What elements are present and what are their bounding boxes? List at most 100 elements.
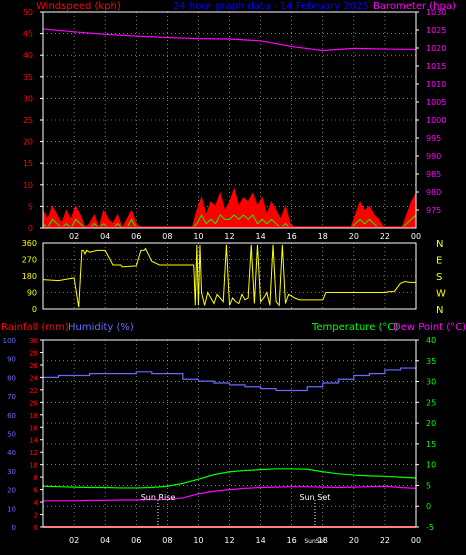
rainfall-tick-label: 0 (34, 524, 38, 532)
sunset-label: Sun Set (300, 493, 331, 502)
compass-label: E (436, 256, 442, 267)
direction-tick-label: 0 (32, 305, 37, 314)
x-tick-label: 02 (69, 232, 79, 241)
temperature-tick-label: 20 (426, 419, 436, 428)
x-tick-label: 08 (162, 536, 172, 545)
direction-tick-label: 360 (22, 239, 37, 248)
rainfall-tick-label: 24 (29, 374, 38, 382)
x-tick-label: 06 (131, 536, 141, 545)
barometer-tick-label: 1025 (426, 26, 446, 35)
rainfall-tick-label: 14 (29, 437, 38, 445)
windspeed-tick-label: 5 (28, 202, 33, 211)
barometer-tick-label: 990 (426, 152, 441, 161)
temperature-axis-label: Temperature (°C) (311, 322, 398, 333)
windspeed-tick-label: 15 (23, 159, 33, 168)
x-tick-label: 14 (255, 232, 265, 241)
barometer-tick-label: 995 (426, 134, 441, 143)
rainfall-tick-label: 8 (34, 474, 38, 482)
windspeed-tick-label: 0 (28, 224, 33, 233)
direction-tick-label: 180 (22, 272, 37, 281)
windspeed-tick-label: 45 (23, 30, 33, 39)
rainfall-tick-label: 26 (29, 362, 38, 370)
windspeed-tick-label: 10 (23, 181, 33, 190)
temperature-tick-label: 30 (426, 378, 436, 387)
temperature-tick-label: 0 (426, 502, 431, 511)
humidity-tick-label: 10 (7, 505, 16, 513)
barometer-tick-label: 1005 (426, 98, 446, 107)
x-tick-label: 16 (287, 536, 297, 545)
rainfall-tick-label: 18 (29, 412, 38, 420)
x-tick-label: 14 (255, 536, 265, 545)
x-tick-label: 22 (380, 536, 390, 545)
temperature-tick-label: 10 (426, 461, 436, 470)
x-tick-label: 08 (162, 232, 172, 241)
barometer-tick-label: 1015 (426, 62, 446, 71)
x-tick-label: 00 (411, 232, 421, 241)
compass-label: N (436, 305, 443, 316)
humidity-tick-label: 90 (7, 356, 16, 364)
rainfall-tick-label: 22 (29, 387, 38, 395)
humidity-axis-label: Humidity (%) (68, 322, 134, 333)
x-tick-label: 04 (100, 536, 110, 545)
windspeed-axis-label: Windspeed (kph) (36, 1, 121, 12)
rainfall-tick-label: 28 (29, 349, 38, 357)
direction-tick-label: 90 (27, 289, 37, 298)
rainfall-tick-label: 30 (29, 337, 38, 345)
humidity-tick-label: 80 (7, 374, 16, 382)
temperature-tick-label: 15 (426, 440, 436, 449)
temperature-tick-label: 5 (426, 481, 431, 490)
x-tick-label: 02 (69, 536, 79, 545)
x-tick-label: 18 (318, 232, 328, 241)
rainfall-tick-label: 12 (29, 449, 38, 457)
x-tick-label: 04 (100, 232, 110, 241)
windspeed-tick-label: 40 (23, 51, 33, 60)
windspeed-tick-label: 50 (23, 8, 33, 17)
humidity-tick-label: 100 (3, 337, 16, 345)
rainfall-tick-label: 6 (34, 487, 39, 495)
x-tick-label: 12 (224, 232, 234, 241)
direction-tick-label: 270 (22, 256, 37, 265)
windspeed-tick-label: 30 (23, 94, 33, 103)
humidity-tick-label: 70 (7, 393, 16, 401)
x-tick-label: 22 (380, 232, 390, 241)
chart-title: 24 hour graph data - 14 February 2025 (173, 1, 369, 12)
x-tick-label: 12 (224, 536, 234, 545)
barometer-tick-label: 980 (426, 188, 441, 197)
weather-graph: Windspeed (kph) 24 hour graph data - 14 … (0, 0, 466, 555)
x-tick-label: 10 (193, 232, 203, 241)
rainfall-tick-label: 20 (29, 399, 38, 407)
x-tick-label: 20 (349, 536, 359, 545)
rainfall-tick-label: 10 (29, 462, 38, 470)
dewpoint-axis-label: Dew Point (°C) (393, 322, 466, 333)
x-tick-label: 00 (411, 536, 421, 545)
compass-label: S (436, 272, 442, 283)
humidity-tick-label: 20 (7, 487, 16, 495)
temperature-tick-label: -5 (426, 523, 434, 532)
humidity-tick-label: 40 (7, 449, 16, 457)
sunset-tick-label: SunSet (304, 538, 326, 545)
humidity-tick-label: 60 (7, 412, 16, 420)
barometer-tick-label: 1030 (426, 8, 446, 17)
x-tick-label: 16 (287, 232, 297, 241)
compass-label: W (436, 289, 446, 300)
rainfall-tick-label: 16 (29, 424, 38, 432)
temperature-tick-label: 35 (426, 357, 436, 366)
x-tick-label: 10 (193, 536, 203, 545)
x-tick-label: 06 (131, 232, 141, 241)
rainfall-tick-label: 4 (34, 499, 39, 507)
temperature-tick-label: 40 (426, 336, 436, 345)
humidity-tick-label: 50 (7, 431, 16, 439)
x-tick-label: 20 (349, 232, 359, 241)
sunrise-label: Sun Rise (141, 493, 176, 502)
humidity-tick-label: 30 (7, 468, 16, 476)
compass-label: N (436, 239, 443, 250)
windspeed-tick-label: 25 (23, 116, 33, 125)
barometer-tick-label: 985 (426, 170, 441, 179)
windspeed-tick-label: 20 (23, 138, 33, 147)
rainfall-axis-label: Rainfall (mm) (1, 322, 69, 333)
temperature-tick-label: 25 (426, 398, 436, 407)
barometer-tick-label: 1000 (426, 116, 446, 125)
barometer-tick-label: 1010 (426, 80, 446, 89)
barometer-tick-label: 1020 (426, 44, 446, 53)
rainfall-tick-label: 2 (34, 512, 38, 520)
